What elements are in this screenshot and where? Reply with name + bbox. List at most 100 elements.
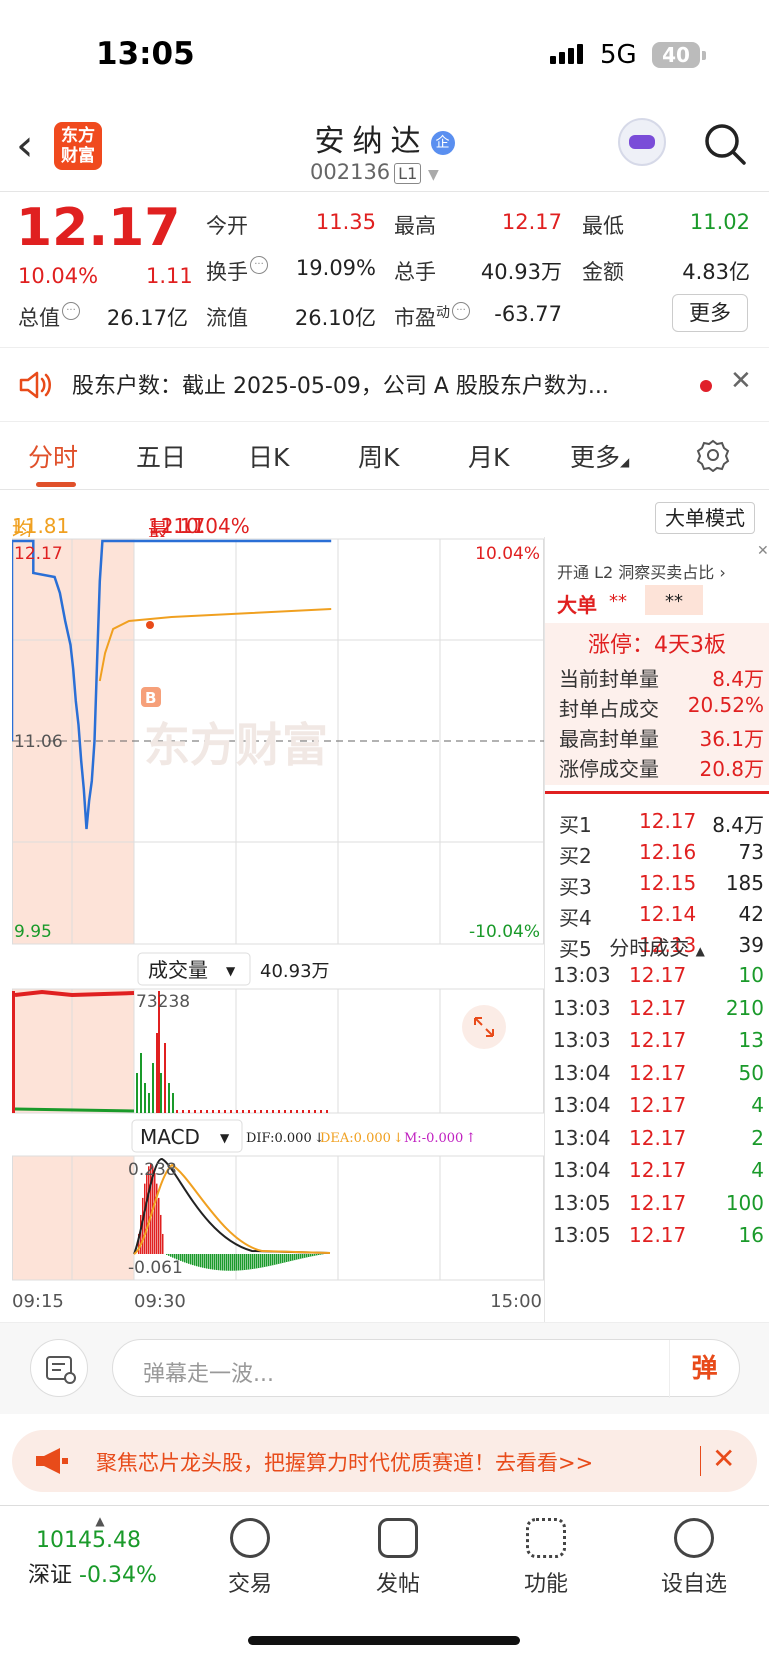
info-icon[interactable]: ··· (452, 302, 470, 320)
volume-bar (156, 1033, 158, 1113)
macd-preopen-shade (12, 1156, 134, 1280)
trade-icon (230, 1518, 270, 1558)
macd-bar (272, 1254, 274, 1266)
nav-post[interactable]: 发帖 (338, 1518, 458, 1598)
volume-bar (136, 1073, 138, 1113)
big-order-label: 大单 (557, 593, 597, 617)
close-icon[interactable]: ✕ (730, 366, 752, 396)
tick-price: 12.17 (629, 1093, 687, 1117)
l2-link[interactable]: 开通 L2 洞察买卖占比 › (557, 559, 726, 583)
macd-bar (252, 1254, 254, 1270)
close-icon[interactable]: ✕ (712, 1442, 735, 1475)
macd-bar (318, 1254, 320, 1256)
macd-bar (282, 1254, 284, 1263)
macd-bar (146, 1172, 148, 1254)
bid-volume: 185 (725, 871, 764, 895)
macd-bar (218, 1254, 220, 1271)
tab-monthly-k[interactable]: 月K (468, 438, 509, 474)
message-board-icon[interactable] (30, 1339, 88, 1397)
tab-5day[interactable]: 五日 (136, 438, 186, 474)
macd-bar (270, 1254, 272, 1266)
stock-code: 002136 (310, 160, 391, 184)
tick-volume: 13 (738, 1028, 764, 1052)
index-value: 10145.48 (36, 1528, 141, 1553)
current-price: 12.17 (16, 198, 181, 258)
turnover-label: 换手 ··· (206, 256, 268, 286)
caret-down-icon: ▼ (226, 964, 236, 978)
macd-bar (204, 1254, 206, 1269)
macd-bar (190, 1254, 192, 1265)
time-end: 15:00 (490, 1291, 542, 1312)
info-icon[interactable]: ··· (62, 302, 80, 320)
macd-bar (284, 1254, 286, 1263)
stock-code-row[interactable]: 002136 L1 ▼ (310, 160, 439, 184)
nav-add-watchlist[interactable]: 设自选 (634, 1518, 754, 1598)
macd-bar (242, 1254, 244, 1271)
macd-dif-value: DIF:0.000 (246, 1131, 312, 1146)
bid-price: 12.14 (639, 902, 697, 926)
nav-trade[interactable]: 交易 (190, 1518, 310, 1598)
macd-bar (258, 1254, 260, 1269)
status-time: 13:05 (96, 36, 195, 72)
preopen-volume-low (14, 1107, 135, 1113)
index-ticker[interactable]: ▲ 10145.48 深证 -0.34% (20, 1514, 180, 1589)
macd-m-value: M:-0.000 (404, 1131, 463, 1146)
ai-assistant-icon[interactable] (618, 118, 666, 166)
nav-functions-label: 功能 (523, 1572, 568, 1597)
pe-label-text: 市盈 (394, 306, 436, 330)
edit-icon (378, 1518, 418, 1558)
info-icon[interactable]: ··· (250, 256, 268, 274)
open-value: 11.35 (315, 210, 376, 234)
promo-text: 聚焦芯片龙头股，把握算力时代优质赛道！去看看>> (96, 1451, 594, 1475)
macd-bar (238, 1254, 240, 1271)
volume-bar (296, 1110, 298, 1113)
ticks-header[interactable]: 分时成交 ▲ (545, 932, 769, 961)
mktcap-label-text: 总值 (18, 306, 60, 330)
danmu-toggle-button[interactable]: 弹 (669, 1340, 739, 1398)
volume-total: 40.93万 (260, 961, 330, 982)
expand-button[interactable] (462, 1005, 506, 1049)
divider (545, 791, 769, 794)
order-book-panel: 开通 L2 洞察买卖占比 › ✕ 大单 ** ** 涨停：4天3板 当前封单量 8… (544, 537, 769, 1322)
macd-bar (194, 1254, 196, 1266)
promo-banner[interactable]: 聚焦芯片龙头股，把握算力时代优质赛道！去看看>> ✕ (12, 1430, 757, 1492)
stock-name: 安纳达 (314, 124, 429, 159)
danmu-input[interactable]: 弹幕走一波... 弹 (112, 1339, 740, 1398)
tick-time: 13:03 (553, 963, 611, 987)
stat-value: 20.52% (687, 693, 764, 717)
macd-bar (186, 1254, 188, 1264)
tab-more-label: 更多 (570, 443, 621, 472)
macd-bar (246, 1254, 248, 1270)
notice-bar[interactable]: 股东户数：截止 2025-05-09，公司 A 股股东户数为... ✕ (0, 348, 769, 422)
nav-functions[interactable]: 功能 (486, 1518, 606, 1598)
tab-weekly-k[interactable]: 周K (358, 438, 399, 474)
macd-bar (320, 1254, 322, 1255)
up-arrow-icon: ↑ (465, 1131, 476, 1146)
time-open: 09:30 (134, 1291, 186, 1312)
tick-time: 13:04 (553, 1093, 611, 1117)
avg-value: 11.81 (12, 514, 70, 538)
comment-bar: 弹幕走一波... 弹 (0, 1322, 769, 1414)
volume-bar (148, 1093, 150, 1113)
pe-value: -63.77 (494, 302, 562, 326)
tick-volume: 210 (725, 995, 764, 1020)
settings-icon[interactable] (696, 438, 730, 472)
macd-bar (216, 1254, 218, 1271)
volume-bar (212, 1110, 214, 1113)
more-button[interactable]: 更多 (672, 294, 748, 332)
macd-bar (304, 1254, 306, 1258)
macd-dea-value: DEA:0.000 (320, 1131, 391, 1146)
macd-bar (250, 1254, 252, 1270)
tab-more[interactable]: 更多◢ (570, 438, 629, 474)
macd-bar (310, 1254, 312, 1257)
tick-time: 13:05 (553, 1223, 611, 1247)
tab-daily-k[interactable]: 日K (248, 438, 289, 474)
caret-icon: ◢ (620, 455, 630, 469)
macd-bar (162, 1233, 164, 1254)
search-icon[interactable] (703, 122, 747, 166)
intraday-chart[interactable]: 东方财富 B 12.17 11.06 9.95 10.04% -10.04% 成… (12, 537, 544, 1322)
close-icon[interactable]: ✕ (757, 543, 769, 559)
tab-intraday[interactable]: 分时 (28, 438, 78, 474)
big-order-mode-button[interactable]: 大单模式 (655, 502, 755, 534)
level-badge: L1 (394, 163, 422, 184)
